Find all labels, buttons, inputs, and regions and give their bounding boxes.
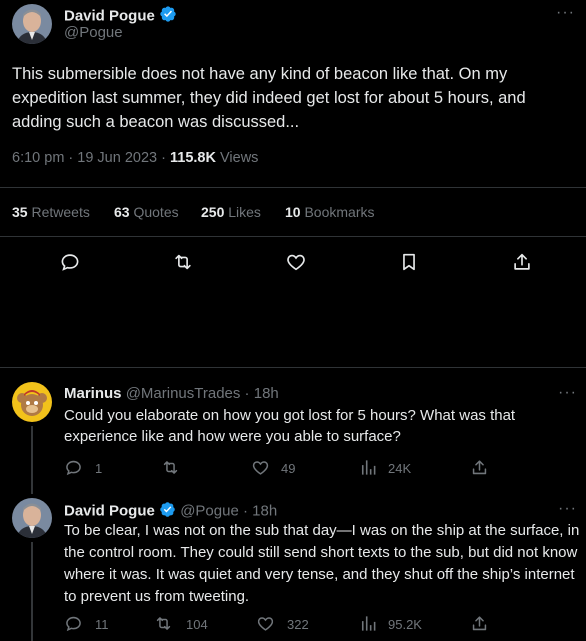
reply-icon[interactable]: [64, 614, 83, 633]
views-label: Views: [215, 150, 259, 166]
share-icon[interactable]: [470, 458, 489, 477]
thread-line: [31, 426, 33, 494]
thread-line: [31, 542, 33, 641]
reply-text: To be clear, I was not on the sub that d…: [64, 522, 580, 605]
more-icon[interactable]: ···: [558, 500, 577, 518]
like-icon[interactable]: [251, 458, 270, 477]
share-icon[interactable]: [470, 614, 489, 633]
like-icon[interactable]: [256, 614, 275, 633]
retweet-count: 104: [186, 617, 208, 632]
retweet-icon[interactable]: [161, 458, 180, 477]
reply-count: 11: [95, 617, 109, 632]
avatar-marinus[interactable]: [12, 382, 52, 422]
retweets-stat[interactable]: 35 Retweets: [12, 204, 90, 220]
views-count: 24K: [388, 461, 412, 476]
divider: [0, 236, 586, 237]
like-count: 322: [287, 617, 309, 632]
reply-text: Could you elaborate on how you got lost …: [64, 407, 516, 445]
views-count: 115.8K: [170, 150, 216, 166]
author-handle[interactable]: @Pogue: [64, 24, 123, 41]
verified-badge-icon: [159, 501, 176, 522]
tweet-text: This submersible does not have any kind …: [12, 65, 526, 131]
reply-icon[interactable]: [59, 251, 81, 273]
quotes-stat[interactable]: 63 Quotes: [114, 204, 179, 220]
retweet-icon[interactable]: [172, 251, 194, 273]
bookmark-icon[interactable]: [398, 251, 420, 273]
likes-stat[interactable]: 250 Likes: [201, 204, 261, 220]
views-icon[interactable]: [358, 458, 377, 477]
reply-count: 1: [95, 461, 103, 476]
more-icon[interactable]: ···: [558, 384, 577, 402]
bookmarks-stat[interactable]: 10 Bookmarks: [285, 204, 375, 220]
reply-icon[interactable]: [64, 458, 83, 477]
verified-badge-icon: [159, 5, 177, 28]
like-count: 49: [281, 461, 296, 476]
avatar-pogue[interactable]: [12, 4, 52, 44]
reply-author-handle[interactable]: @MarinusTrades · 18h: [126, 385, 279, 402]
reply-author-handle[interactable]: @Pogue · 18h: [180, 502, 277, 519]
share-icon[interactable]: [511, 251, 533, 273]
reply-author-name[interactable]: David Pogue: [64, 502, 155, 519]
avatar-pogue[interactable]: [12, 498, 52, 538]
reply-author-name[interactable]: Marinus: [64, 385, 122, 402]
author-name[interactable]: David Pogue: [64, 7, 155, 24]
divider: [0, 367, 586, 368]
tweet-timestamp[interactable]: 6:10 pm · 19 Jun 2023 ·: [12, 150, 170, 166]
divider: [0, 187, 586, 188]
views-count: 95.2K: [388, 617, 422, 632]
more-icon[interactable]: ···: [556, 4, 575, 22]
like-icon[interactable]: [285, 251, 307, 273]
retweet-icon[interactable]: [154, 614, 173, 633]
views-icon[interactable]: [358, 614, 377, 633]
